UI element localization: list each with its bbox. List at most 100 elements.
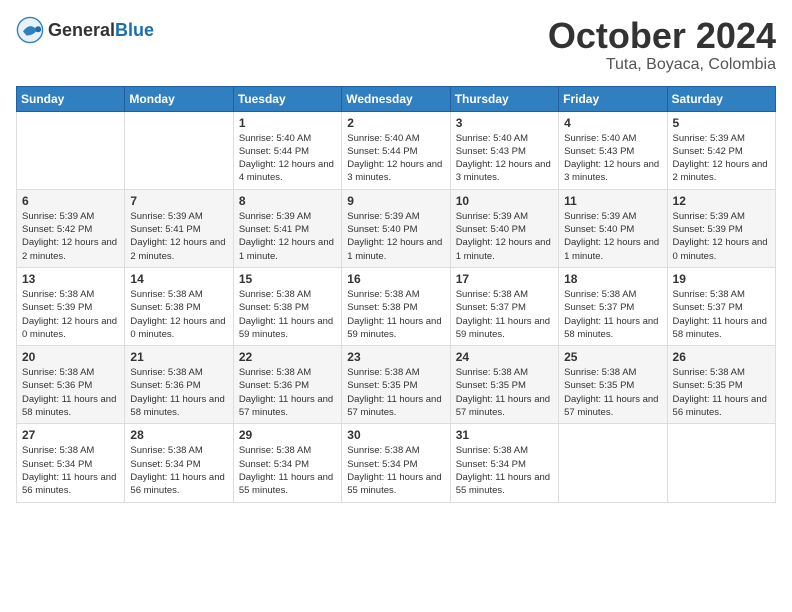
calendar-day-cell: 5 Sunrise: 5:39 AM Sunset: 5:42 PM Daylig… xyxy=(667,111,775,189)
day-info: Sunrise: 5:39 AM Sunset: 5:41 PM Dayligh… xyxy=(239,210,336,263)
calendar-day-cell: 15 Sunrise: 5:38 AM Sunset: 5:38 PM Dayli… xyxy=(233,267,341,345)
day-of-week-header: Friday xyxy=(559,86,667,111)
day-number: 13 xyxy=(22,272,119,286)
day-info: Sunrise: 5:38 AM Sunset: 5:34 PM Dayligh… xyxy=(130,444,227,497)
day-number: 23 xyxy=(347,350,444,364)
day-number: 4 xyxy=(564,116,661,130)
day-number: 9 xyxy=(347,194,444,208)
day-of-week-header: Sunday xyxy=(17,86,125,111)
day-of-week-header: Wednesday xyxy=(342,86,450,111)
day-number: 7 xyxy=(130,194,227,208)
day-number: 24 xyxy=(456,350,553,364)
day-number: 22 xyxy=(239,350,336,364)
calendar-day-cell: 3 Sunrise: 5:40 AM Sunset: 5:43 PM Daylig… xyxy=(450,111,558,189)
calendar-day-cell: 2 Sunrise: 5:40 AM Sunset: 5:44 PM Daylig… xyxy=(342,111,450,189)
day-number: 19 xyxy=(673,272,770,286)
day-info: Sunrise: 5:40 AM Sunset: 5:43 PM Dayligh… xyxy=(456,132,553,185)
logo: General Blue xyxy=(16,16,154,44)
calendar-day-cell: 11 Sunrise: 5:39 AM Sunset: 5:40 PM Dayli… xyxy=(559,189,667,267)
day-info: Sunrise: 5:40 AM Sunset: 5:44 PM Dayligh… xyxy=(239,132,336,185)
day-info: Sunrise: 5:38 AM Sunset: 5:38 PM Dayligh… xyxy=(239,288,336,341)
day-number: 25 xyxy=(564,350,661,364)
calendar-table: SundayMondayTuesdayWednesdayThursdayFrid… xyxy=(16,86,776,503)
calendar-week-row: 27 Sunrise: 5:38 AM Sunset: 5:34 PM Dayli… xyxy=(17,424,776,502)
calendar-day-cell: 17 Sunrise: 5:38 AM Sunset: 5:37 PM Dayli… xyxy=(450,267,558,345)
day-number: 6 xyxy=(22,194,119,208)
location-title: Tuta, Boyaca, Colombia xyxy=(548,56,776,74)
day-info: Sunrise: 5:38 AM Sunset: 5:36 PM Dayligh… xyxy=(22,366,119,419)
day-info: Sunrise: 5:40 AM Sunset: 5:44 PM Dayligh… xyxy=(347,132,444,185)
day-number: 8 xyxy=(239,194,336,208)
day-of-week-header: Saturday xyxy=(667,86,775,111)
calendar-day-cell: 26 Sunrise: 5:38 AM Sunset: 5:35 PM Dayli… xyxy=(667,346,775,424)
day-number: 3 xyxy=(456,116,553,130)
day-info: Sunrise: 5:39 AM Sunset: 5:40 PM Dayligh… xyxy=(564,210,661,263)
day-number: 2 xyxy=(347,116,444,130)
day-number: 14 xyxy=(130,272,227,286)
day-number: 1 xyxy=(239,116,336,130)
calendar-title-area: October 2024 Tuta, Boyaca, Colombia xyxy=(548,16,776,74)
calendar-day-cell: 25 Sunrise: 5:38 AM Sunset: 5:35 PM Dayli… xyxy=(559,346,667,424)
day-info: Sunrise: 5:38 AM Sunset: 5:37 PM Dayligh… xyxy=(564,288,661,341)
calendar-day-cell: 30Sunrise: 5:38 AM Sunset: 5:34 PM Dayli… xyxy=(342,424,450,502)
day-info: Sunrise: 5:39 AM Sunset: 5:42 PM Dayligh… xyxy=(22,210,119,263)
day-number: 26 xyxy=(673,350,770,364)
day-info: Sunrise: 5:39 AM Sunset: 5:42 PM Dayligh… xyxy=(673,132,770,185)
day-info: Sunrise: 5:38 AM Sunset: 5:34 PM Dayligh… xyxy=(456,444,553,497)
day-info: Sunrise: 5:39 AM Sunset: 5:40 PM Dayligh… xyxy=(456,210,553,263)
calendar-week-row: 6 Sunrise: 5:39 AM Sunset: 5:42 PM Daylig… xyxy=(17,189,776,267)
page-header: General Blue October 2024 Tuta, Boyaca, … xyxy=(16,16,776,74)
day-number: 10 xyxy=(456,194,553,208)
logo-general-text: General xyxy=(48,20,115,41)
calendar-day-cell: 9 Sunrise: 5:39 AM Sunset: 5:40 PM Daylig… xyxy=(342,189,450,267)
calendar-day-cell xyxy=(667,424,775,502)
day-info: Sunrise: 5:38 AM Sunset: 5:34 PM Dayligh… xyxy=(22,444,119,497)
calendar-week-row: 13 Sunrise: 5:38 AM Sunset: 5:39 PM Dayli… xyxy=(17,267,776,345)
day-number: 20 xyxy=(22,350,119,364)
calendar-day-cell: 1 Sunrise: 5:40 AM Sunset: 5:44 PM Daylig… xyxy=(233,111,341,189)
day-info: Sunrise: 5:38 AM Sunset: 5:35 PM Dayligh… xyxy=(673,366,770,419)
day-number: 27 xyxy=(22,428,119,442)
calendar-day-cell: 16 Sunrise: 5:38 AM Sunset: 5:38 PM Dayli… xyxy=(342,267,450,345)
day-info: Sunrise: 5:39 AM Sunset: 5:40 PM Dayligh… xyxy=(347,210,444,263)
calendar-day-cell: 27 Sunrise: 5:38 AM Sunset: 5:34 PM Dayli… xyxy=(17,424,125,502)
day-number: 15 xyxy=(239,272,336,286)
day-info: Sunrise: 5:38 AM Sunset: 5:36 PM Dayligh… xyxy=(239,366,336,419)
calendar-day-cell: 21 Sunrise: 5:38 AM Sunset: 5:36 PM Dayli… xyxy=(125,346,233,424)
calendar-day-cell: 23 Sunrise: 5:38 AM Sunset: 5:35 PM Dayli… xyxy=(342,346,450,424)
day-info: Sunrise: 5:38 AM Sunset: 5:39 PM Dayligh… xyxy=(22,288,119,341)
calendar-day-cell: 22 Sunrise: 5:38 AM Sunset: 5:36 PM Dayli… xyxy=(233,346,341,424)
day-info: Sunrise: 5:38 AM Sunset: 5:38 PM Dayligh… xyxy=(130,288,227,341)
day-number: 11 xyxy=(564,194,661,208)
calendar-day-cell: 19 Sunrise: 5:38 AM Sunset: 5:37 PM Dayli… xyxy=(667,267,775,345)
calendar-day-cell: 24Sunrise: 5:38 AM Sunset: 5:35 PM Dayli… xyxy=(450,346,558,424)
day-number: 31 xyxy=(456,428,553,442)
day-info: Sunrise: 5:38 AM Sunset: 5:35 PM Dayligh… xyxy=(564,366,661,419)
calendar-day-cell: 29Sunrise: 5:38 AM Sunset: 5:34 PM Dayli… xyxy=(233,424,341,502)
day-info: Sunrise: 5:38 AM Sunset: 5:37 PM Dayligh… xyxy=(673,288,770,341)
day-number: 17 xyxy=(456,272,553,286)
calendar-day-cell: 13 Sunrise: 5:38 AM Sunset: 5:39 PM Dayli… xyxy=(17,267,125,345)
calendar-day-cell: 10 Sunrise: 5:39 AM Sunset: 5:40 PM Dayli… xyxy=(450,189,558,267)
day-number: 16 xyxy=(347,272,444,286)
calendar-day-cell: 28 Sunrise: 5:38 AM Sunset: 5:34 PM Dayli… xyxy=(125,424,233,502)
day-info: Sunrise: 5:38 AM Sunset: 5:38 PM Dayligh… xyxy=(347,288,444,341)
calendar-day-cell: 6 Sunrise: 5:39 AM Sunset: 5:42 PM Daylig… xyxy=(17,189,125,267)
calendar-day-cell: 14 Sunrise: 5:38 AM Sunset: 5:38 PM Dayli… xyxy=(125,267,233,345)
calendar-day-cell: 18Sunrise: 5:38 AM Sunset: 5:37 PM Dayli… xyxy=(559,267,667,345)
calendar-day-cell: 31 Sunrise: 5:38 AM Sunset: 5:34 PM Dayli… xyxy=(450,424,558,502)
day-info: Sunrise: 5:38 AM Sunset: 5:37 PM Dayligh… xyxy=(456,288,553,341)
day-info: Sunrise: 5:39 AM Sunset: 5:39 PM Dayligh… xyxy=(673,210,770,263)
day-number: 28 xyxy=(130,428,227,442)
calendar-day-cell xyxy=(17,111,125,189)
day-number: 21 xyxy=(130,350,227,364)
calendar-header-row: SundayMondayTuesdayWednesdayThursdayFrid… xyxy=(17,86,776,111)
day-number: 12 xyxy=(673,194,770,208)
month-title: October 2024 xyxy=(548,16,776,56)
calendar-day-cell: 7Sunrise: 5:39 AM Sunset: 5:41 PM Daylig… xyxy=(125,189,233,267)
calendar-day-cell xyxy=(559,424,667,502)
day-number: 30 xyxy=(347,428,444,442)
day-info: Sunrise: 5:38 AM Sunset: 5:36 PM Dayligh… xyxy=(130,366,227,419)
day-info: Sunrise: 5:38 AM Sunset: 5:35 PM Dayligh… xyxy=(347,366,444,419)
day-number: 5 xyxy=(673,116,770,130)
